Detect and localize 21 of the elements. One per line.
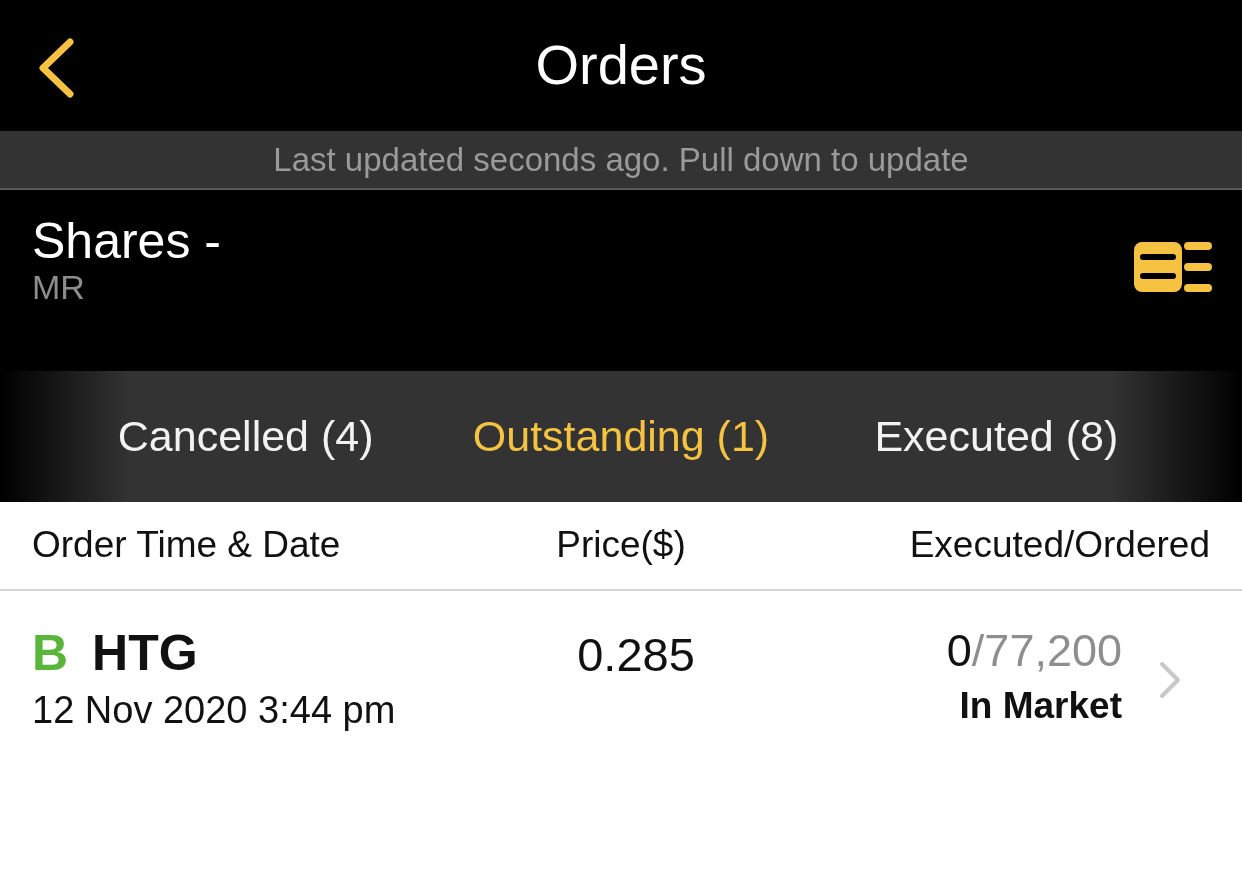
- order-side: B: [32, 625, 69, 683]
- update-notice: Last updated seconds ago. Pull down to update: [273, 140, 969, 179]
- account-holder: MR: [32, 269, 85, 307]
- column-header: Executed/Ordered: [909, 524, 1210, 567]
- order-status-tab[interactable]: Executed (8): [870, 405, 1123, 468]
- stock-symbol: HTG: [92, 625, 198, 683]
- chevron-right-icon: [1158, 661, 1182, 700]
- list-layout-icon[interactable]: [1134, 242, 1212, 292]
- screen-title: Orders: [535, 33, 707, 98]
- account-title: Shares -: [32, 214, 221, 269]
- column-header: Order Time & Date: [32, 524, 341, 567]
- order-row[interactable]: B HTG 12 Nov 2020 3:44 pm 0.285 0/77,200 In Market: [0, 591, 1242, 753]
- back-chevron-icon: [38, 38, 74, 98]
- column-header: Price($): [556, 524, 686, 567]
- order-status-tab[interactable]: Outstanding (1): [468, 405, 774, 468]
- order-status-tab[interactable]: Cancelled (4): [113, 405, 378, 468]
- order-price: 0.285: [577, 628, 695, 683]
- order-status: In Market: [959, 684, 1122, 728]
- ordered-quantity: /77,200: [971, 625, 1122, 677]
- order-datetime: 12 Nov 2020 3:44 pm: [32, 688, 396, 733]
- executed-quantity: 0: [946, 625, 972, 677]
